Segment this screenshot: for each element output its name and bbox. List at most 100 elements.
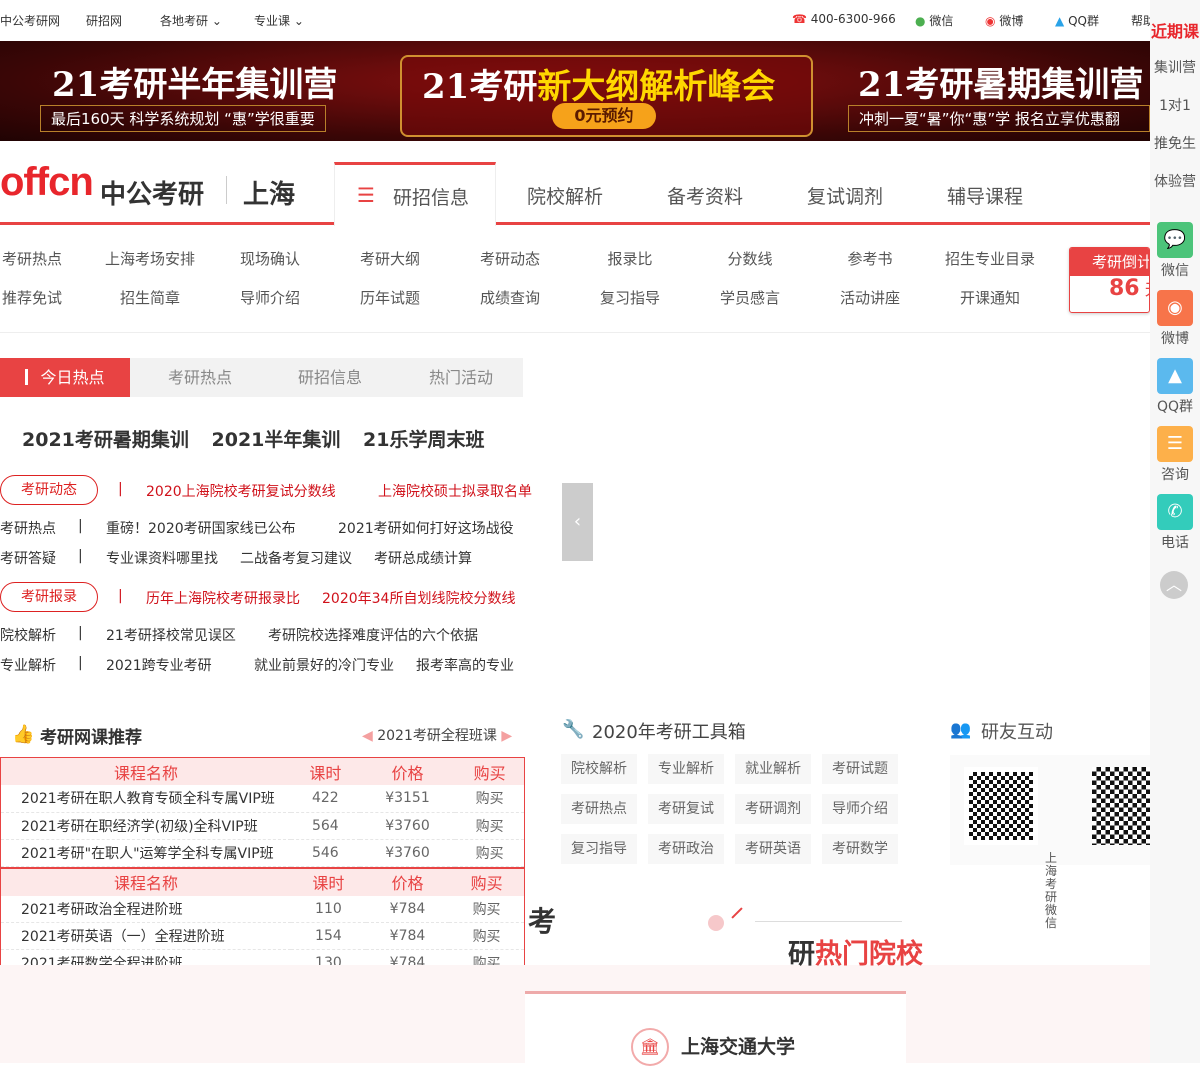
toolbox-item[interactable]: 考研英语 [735, 834, 811, 864]
subnav-link[interactable]: 考研动态 [450, 248, 570, 269]
subnav-link[interactable]: 开课通知 [930, 287, 1050, 308]
nav-tab-active[interactable]: ☰ 研招信息 [334, 162, 496, 226]
offcn-logo[interactable]: offcn [0, 160, 94, 205]
tab[interactable]: 考研热点 [135, 358, 265, 397]
weibo-icon[interactable]: ◉ [1157, 290, 1193, 326]
headline-link[interactable]: 2021半年集训 [212, 429, 341, 451]
toolbox-item[interactable]: 专业解析 [648, 754, 724, 784]
category-label[interactable]: 院校解析 [0, 625, 56, 645]
news-link[interactable]: 二战备考复习建议 [240, 548, 352, 568]
sidebar-item[interactable]: 1对1 [1150, 95, 1200, 115]
subnav-link[interactable]: 历年试题 [330, 287, 450, 308]
cell[interactable]: 2021考研政治全程进阶班 [1, 896, 291, 923]
phone-icon[interactable]: ✆ [1157, 494, 1193, 530]
category-label[interactable]: 考研答疑 [0, 548, 56, 568]
sidebar-item[interactable]: 近期课 [1150, 18, 1200, 42]
subnav-link[interactable]: 复习指导 [570, 287, 690, 308]
top-link[interactable]: 研招网 [86, 12, 122, 29]
category-pill[interactable]: 考研报录 [0, 582, 98, 612]
cell: 564 [311, 817, 339, 834]
news-link[interactable]: 专业课资料哪里找 [106, 548, 218, 568]
qq-link[interactable]: ▲ QQ群 [1055, 12, 1099, 29]
cell[interactable]: 2021考研英语（一）全程进阶班 [1, 923, 291, 950]
top-link-dropdown[interactable]: 各地考研 ⌄ [160, 12, 222, 29]
tab-today-hot[interactable]: 今日热点 [0, 358, 130, 397]
toolbox-item[interactable]: 考研热点 [561, 794, 637, 824]
buy-link[interactable]: 购买 [455, 812, 524, 839]
buy-link[interactable]: 购买 [449, 923, 524, 950]
subnav-link[interactable]: 上海考场安排 [90, 248, 210, 269]
toolbox-item[interactable]: 考研复试 [648, 794, 724, 824]
subnav-link[interactable]: 考研大纲 [330, 248, 450, 269]
sidebar-item[interactable]: 集训营 [1150, 57, 1200, 77]
nav-tab[interactable]: 复试调剂 [807, 182, 883, 209]
top-link[interactable]: 中公考研网 [0, 12, 60, 29]
news-link[interactable]: 历年上海院校考研报录比 [146, 588, 300, 608]
news-link[interactable]: 2020上海院校考研复试分数线 [146, 481, 336, 501]
toolbox-item[interactable]: 院校解析 [561, 754, 637, 784]
cell[interactable]: 2021考研在职经济学(初级)全科VIP班 [1, 812, 291, 839]
buy-link[interactable]: 购买 [449, 896, 524, 923]
subnav-link[interactable]: 活动讲座 [810, 287, 930, 308]
prev-arrow-icon[interactable]: ◀ [362, 728, 373, 744]
wechat-icon[interactable]: 💬 [1157, 222, 1193, 258]
headline-link[interactable]: 21乐学周末班 [363, 429, 484, 451]
tab[interactable]: 研招信息 [265, 358, 395, 397]
cell[interactable]: 2021考研"在职人"运筹学全科专属VIP班 [1, 839, 291, 866]
subnav-link[interactable]: 学员感言 [690, 287, 810, 308]
news-link[interactable]: 2020年34所自划线院校分数线 [322, 588, 515, 608]
weibo-link[interactable]: ◉ 微博 [985, 12, 1023, 29]
subnav-link[interactable]: 导师介绍 [210, 287, 330, 308]
buy-link[interactable]: 购买 [455, 785, 524, 812]
next-arrow-icon[interactable]: ▶ [501, 728, 512, 744]
cell: 110 [315, 900, 342, 917]
sidebar-item[interactable]: 体验营 [1150, 171, 1200, 191]
nav-tab[interactable]: 辅导课程 [947, 182, 1023, 209]
subnav-link[interactable]: 招生简章 [90, 287, 210, 308]
news-link[interactable]: 考研院校选择难度评估的六个依据 [268, 625, 478, 645]
subnav-link[interactable]: 报录比 [570, 248, 690, 269]
news-link[interactable]: 重磅！2020考研国家线已公布 [106, 518, 296, 538]
news-link[interactable]: 2021跨专业考研 [106, 655, 212, 675]
qq-icon[interactable]: ▲ [1157, 358, 1193, 394]
reserve-button[interactable]: 0元预约 [552, 103, 656, 129]
toolbox-item[interactable]: 考研调剂 [735, 794, 811, 824]
category-label[interactable]: 专业解析 [0, 655, 56, 675]
news-link[interactable]: 2021考研如何打好这场战役 [338, 518, 514, 538]
toolbox-item[interactable]: 就业解析 [735, 754, 811, 784]
buy-link[interactable]: 购买 [455, 839, 524, 866]
toolbox-item[interactable]: 考研试题 [822, 754, 898, 784]
category-label[interactable]: 考研热点 [0, 518, 56, 538]
subnav-link[interactable]: 招生专业目录 [930, 248, 1050, 269]
back-to-top-button[interactable]: ︿ [1160, 571, 1188, 599]
top-link-dropdown[interactable]: 专业课 ⌄ [254, 12, 304, 29]
news-link[interactable]: 21考研择校常见误区 [106, 625, 236, 645]
toolbox-item[interactable]: 导师介绍 [822, 794, 898, 824]
news-link[interactable]: 上海院校硕士拟录取名单 [378, 481, 532, 501]
subnav-link[interactable]: 现场确认 [210, 248, 330, 269]
toolbox-item[interactable]: 考研政治 [648, 834, 724, 864]
school-card[interactable]: 🏛 上海交通大学 [525, 991, 906, 1066]
subnav-link[interactable]: 成绩查询 [450, 287, 570, 308]
news-link[interactable]: 就业前景好的冷门专业 [254, 655, 394, 675]
subnav-link[interactable]: 考研热点 [0, 248, 92, 269]
news-link[interactable]: 考研总成绩计算 [374, 548, 472, 568]
cell[interactable]: 2021考研在职人教育专硕全科专属VIP班 [1, 785, 291, 812]
subnav-link[interactable]: 分数线 [690, 248, 810, 269]
promo-banner[interactable]: 21考研半年集训营 最后160天 科学系统规划 “惠”学很重要 21考研新大纲解… [0, 41, 1150, 141]
nav-tab[interactable]: 备考资料 [667, 182, 743, 209]
toolbox-item[interactable]: 复习指导 [561, 834, 637, 864]
sidebar-item[interactable]: 推免生 [1150, 133, 1200, 153]
wechat-link[interactable]: ● 微信 [915, 12, 953, 29]
chat-icon[interactable]: ☰ [1157, 426, 1193, 462]
carousel-prev-button[interactable]: ‹ [562, 483, 593, 561]
headline-link[interactable]: 2021考研暑期集训 [22, 429, 189, 451]
brand-name: 中公考研 [100, 180, 205, 210]
subnav-link[interactable]: 参考书 [810, 248, 930, 269]
nav-tab[interactable]: 院校解析 [527, 182, 603, 209]
toolbox-item[interactable]: 考研数学 [822, 834, 898, 864]
category-pill[interactable]: 考研动态 [0, 475, 98, 505]
tab[interactable]: 热门活动 [396, 358, 526, 397]
news-link[interactable]: 报考率高的专业 [416, 655, 514, 675]
subnav-link[interactable]: 推荐免试 [0, 287, 92, 308]
